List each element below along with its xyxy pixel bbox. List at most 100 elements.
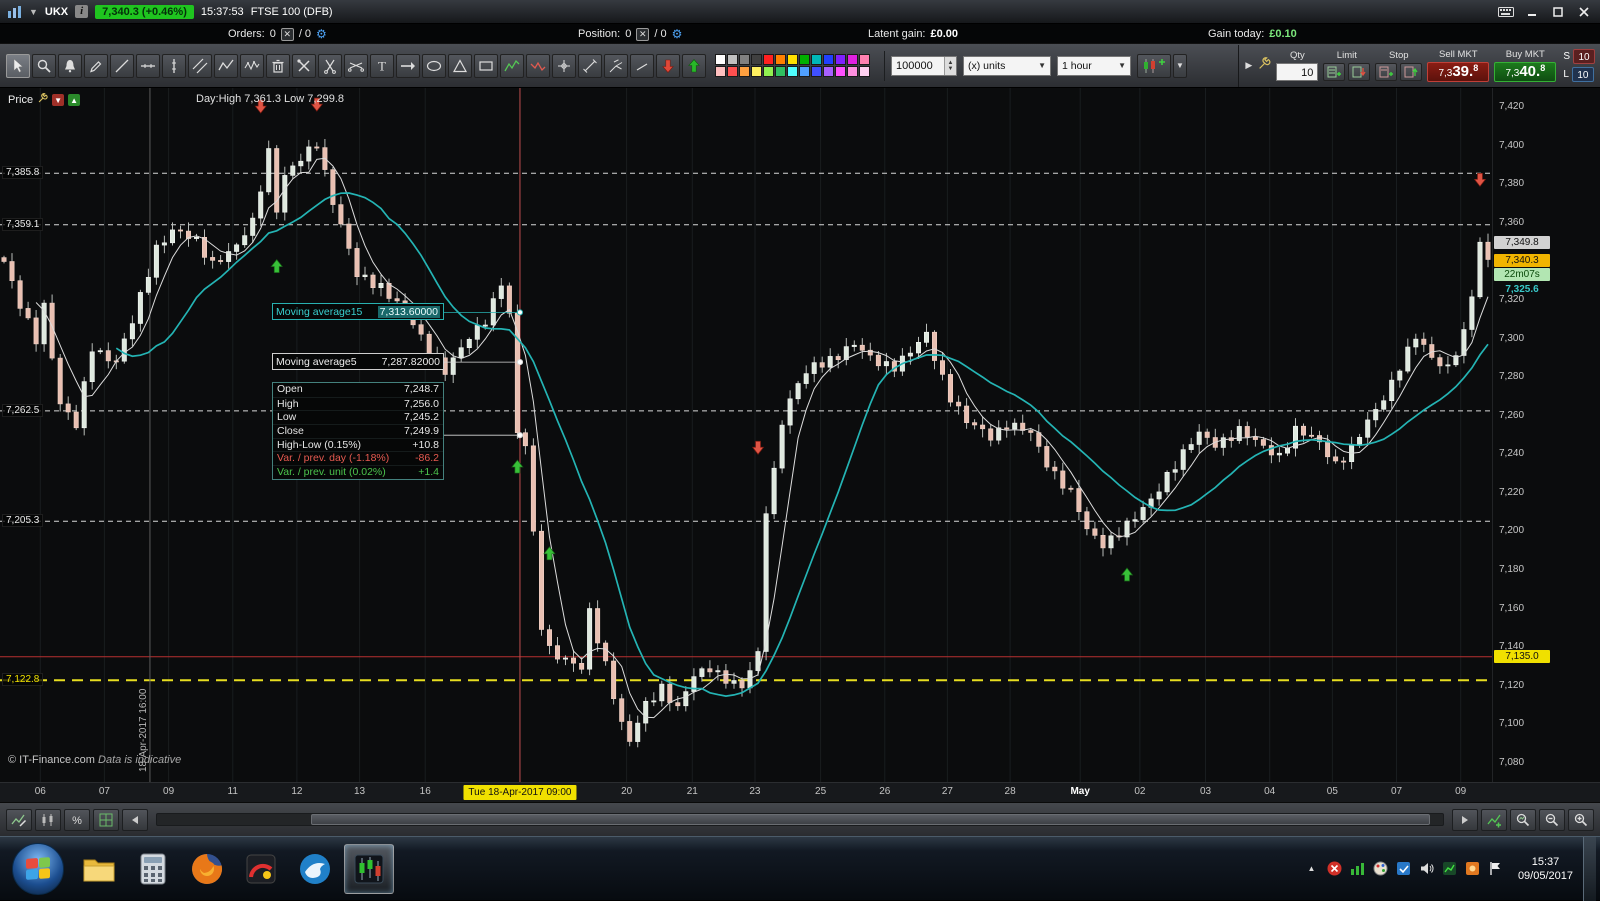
text-tool[interactable]: T xyxy=(370,53,394,78)
color-swatch[interactable] xyxy=(739,54,750,65)
tray-flag-icon[interactable] xyxy=(1487,860,1504,877)
scroll-right-button[interactable] xyxy=(1452,808,1478,831)
position-gear-icon[interactable]: ⚙ xyxy=(672,27,683,41)
color-swatch[interactable] xyxy=(727,66,738,77)
pane-collapse-icon[interactable]: ▼ xyxy=(52,94,65,106)
panel-expand-caret[interactable]: ▶ xyxy=(1245,60,1252,71)
color-swatch[interactable] xyxy=(835,54,846,65)
price-levels[interactable] xyxy=(0,172,1492,682)
color-swatch[interactable] xyxy=(799,54,810,65)
color-swatch[interactable] xyxy=(859,66,870,77)
buy-mkt-button[interactable]: 7,3 40. 8 xyxy=(1494,62,1557,82)
taskbar-app-firefox[interactable] xyxy=(182,844,232,894)
close-button[interactable] xyxy=(1576,5,1592,19)
time-axis[interactable]: Tue 18-Apr-2017 09:00 06 07 09 11 12 13 16 20 21… xyxy=(0,782,1600,802)
pane-expand-icon[interactable]: ▲ xyxy=(68,94,81,106)
sell-signal-tool[interactable] xyxy=(656,53,680,78)
color-swatch[interactable] xyxy=(763,54,774,65)
triangle-tool[interactable] xyxy=(448,53,472,78)
measure-tool[interactable] xyxy=(578,53,602,78)
tray-audio-icon[interactable] xyxy=(1418,860,1435,877)
taskbar-app-trading[interactable] xyxy=(344,843,394,894)
color-swatch[interactable] xyxy=(715,66,726,77)
color-swatch[interactable] xyxy=(823,54,834,65)
cut2-tool[interactable] xyxy=(344,53,368,78)
tray-red-icon[interactable] xyxy=(1326,860,1343,877)
channel-tool[interactable] xyxy=(188,53,212,78)
grid-button[interactable] xyxy=(93,808,119,831)
tray-paint-icon[interactable] xyxy=(1372,860,1389,877)
color-swatch[interactable] xyxy=(787,54,798,65)
fork-tool[interactable] xyxy=(604,53,628,78)
level-label[interactable]: 7,205.3 xyxy=(2,514,44,528)
color-swatch[interactable] xyxy=(787,66,798,77)
color-swatch[interactable] xyxy=(823,66,834,77)
tray-chart-icon[interactable] xyxy=(1441,860,1458,877)
ma5-tooltip[interactable]: Moving average5 7,287.82000 xyxy=(272,353,444,370)
chart-edit-button[interactable] xyxy=(6,808,32,831)
info-icon[interactable]: i xyxy=(75,5,89,18)
color-swatch[interactable] xyxy=(835,66,846,77)
ohlc-databox[interactable]: Open 7,248.7 High 7,256.0 Low 7,245.2 Close 7,2… xyxy=(272,382,444,480)
pointer-tool[interactable] xyxy=(6,53,30,78)
hline-tool[interactable] xyxy=(136,53,160,78)
chart-style-caret[interactable]: ▼ xyxy=(1173,53,1187,78)
values-button[interactable]: % xyxy=(64,808,90,831)
trade-qty-input[interactable]: 10 xyxy=(1276,63,1319,81)
sell-mkt-button[interactable]: 7,3 39. 8 xyxy=(1427,62,1490,82)
zoom-area-button[interactable] xyxy=(1510,808,1536,831)
limit-sell-button[interactable] xyxy=(1348,63,1371,81)
level-label[interactable]: 7,122.8 xyxy=(2,673,44,687)
zoom-tool[interactable] xyxy=(32,53,56,78)
trade-settings-wrench-icon[interactable] xyxy=(1257,57,1271,74)
pattern-up-tool[interactable] xyxy=(500,53,524,78)
limit-buy-button[interactable] xyxy=(1323,63,1346,81)
orders-close-icon[interactable]: ✕ xyxy=(280,27,294,41)
chart-canvas[interactable] xyxy=(0,88,1492,782)
color-swatch[interactable] xyxy=(811,66,822,77)
vline-tool[interactable] xyxy=(162,53,186,78)
taskbar-clock[interactable]: 15:37 09/05/2017 xyxy=(1508,855,1583,883)
s-value[interactable]: 10 xyxy=(1573,49,1595,64)
color-swatch[interactable] xyxy=(763,66,774,77)
tray-green-icon[interactable] xyxy=(1349,860,1366,877)
pattern-down-tool[interactable] xyxy=(526,53,550,78)
tray-orange-icon[interactable] xyxy=(1464,860,1481,877)
wave-tool[interactable] xyxy=(240,53,264,78)
buy-signal-tool[interactable] xyxy=(682,53,706,78)
l-value[interactable]: 10 xyxy=(1571,67,1594,82)
price-axis[interactable]: 7,4207,4007,3807,3607,3407,3207,3007,280… xyxy=(1492,88,1600,782)
quantity-input[interactable]: 100000 ▲ ▼ xyxy=(891,55,957,76)
color-swatch[interactable] xyxy=(739,66,750,77)
pencil-tool[interactable] xyxy=(84,53,108,78)
timeframe-select[interactable]: 1 hour ▼ xyxy=(1057,55,1131,76)
units-select[interactable]: (x) units ▼ xyxy=(963,55,1051,76)
stop-buy-button[interactable] xyxy=(1375,63,1398,81)
pane-wrench-icon[interactable] xyxy=(37,93,48,107)
color-swatch[interactable] xyxy=(799,66,810,77)
color-swatch[interactable] xyxy=(847,66,858,77)
color-swatch[interactable] xyxy=(715,54,726,65)
chart-scrollbar[interactable] xyxy=(156,813,1444,826)
line-tool[interactable] xyxy=(110,53,134,78)
cross-cursor-tool[interactable] xyxy=(552,53,576,78)
level-label[interactable]: 7,385.8 xyxy=(2,166,44,180)
taskbar-app-app-dark[interactable] xyxy=(236,844,286,894)
symbol-dropdown-caret[interactable]: ▼ xyxy=(29,7,38,17)
trash-tool[interactable] xyxy=(266,53,290,78)
rect-tool[interactable] xyxy=(474,53,498,78)
chart-style-button[interactable] xyxy=(1137,53,1171,78)
color-swatch[interactable] xyxy=(775,66,786,77)
position-close-icon[interactable]: ✕ xyxy=(636,27,650,41)
tools-tool[interactable] xyxy=(292,53,316,78)
zoom-in-button[interactable] xyxy=(1568,808,1594,831)
zigzag-tool[interactable] xyxy=(214,53,238,78)
arrow-right-tool[interactable] xyxy=(396,53,420,78)
keyboard-icon[interactable] xyxy=(1498,5,1514,19)
ma5-line[interactable] xyxy=(35,157,1489,719)
level-label[interactable]: 7,262.5 xyxy=(2,403,44,417)
color-swatch[interactable] xyxy=(859,54,870,65)
zoom-out-button[interactable] xyxy=(1539,808,1565,831)
maximize-button[interactable] xyxy=(1550,5,1566,19)
symbol-label[interactable]: UKX xyxy=(45,6,68,18)
